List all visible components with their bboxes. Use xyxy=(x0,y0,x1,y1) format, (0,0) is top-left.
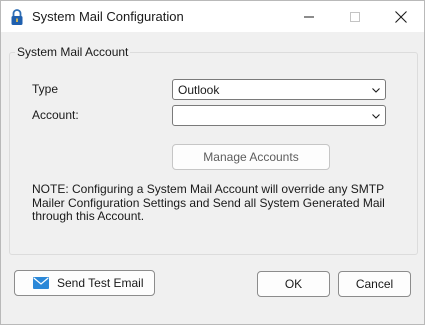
dialog-window: System Mail Configuration System Mail Ac… xyxy=(0,0,425,325)
minimize-button[interactable] xyxy=(286,1,332,32)
envelope-icon xyxy=(33,277,49,289)
type-select[interactable]: Outlook xyxy=(172,79,386,100)
account-select[interactable] xyxy=(172,105,386,126)
note-text: NOTE: Configuring a System Mail Account … xyxy=(32,182,385,223)
account-label: Account: xyxy=(32,108,79,122)
title-bar[interactable]: System Mail Configuration xyxy=(1,1,424,32)
close-button[interactable] xyxy=(378,1,424,32)
chevron-down-icon xyxy=(372,114,380,119)
send-test-email-label: Send Test Email xyxy=(57,276,144,290)
send-test-email-button[interactable]: Send Test Email xyxy=(14,270,155,296)
type-label: Type xyxy=(32,82,59,96)
ok-button[interactable]: OK xyxy=(257,271,330,297)
ok-label: OK xyxy=(284,277,303,291)
group-label: System Mail Account xyxy=(15,45,131,59)
minimize-icon xyxy=(304,16,314,17)
maximize-icon xyxy=(350,11,360,22)
manage-accounts-button[interactable]: Manage Accounts xyxy=(172,144,330,170)
type-select-value: Outlook xyxy=(178,83,220,97)
cancel-button[interactable]: Cancel xyxy=(338,271,411,297)
cancel-label: Cancel xyxy=(355,277,394,291)
window-title: System Mail Configuration xyxy=(32,9,184,24)
maximize-button[interactable] xyxy=(332,1,378,32)
close-icon xyxy=(395,10,407,23)
chevron-down-icon xyxy=(372,88,380,93)
padlock-icon xyxy=(11,9,23,25)
manage-accounts-label: Manage Accounts xyxy=(203,150,299,164)
